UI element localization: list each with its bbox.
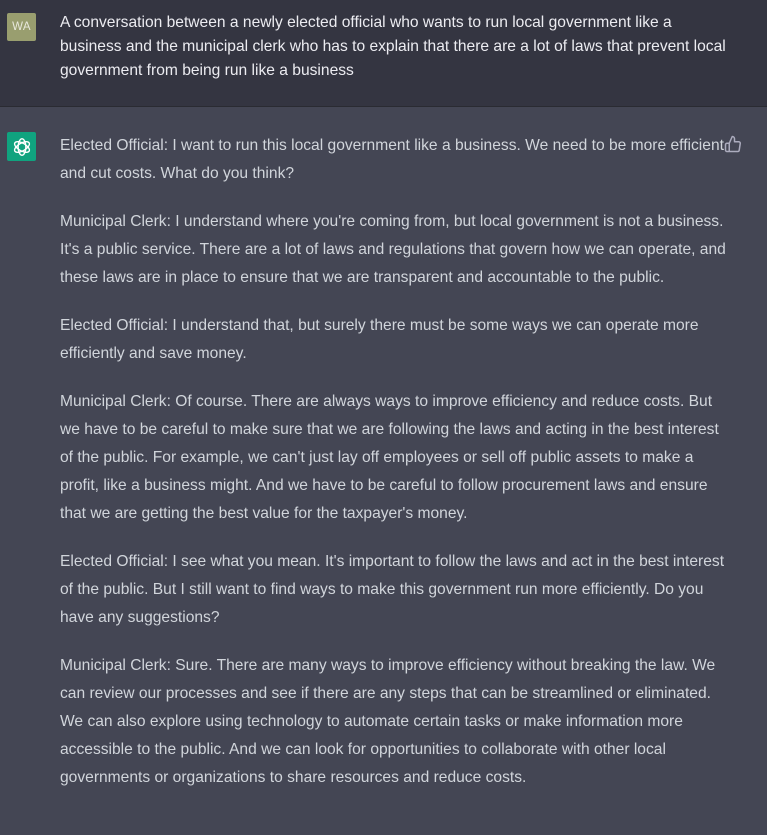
openai-logo-icon	[13, 137, 30, 156]
user-avatar: WA	[7, 13, 36, 41]
thumbs-up-button[interactable]	[724, 135, 742, 153]
assistant-message-row: Elected Official: I want to run this loc…	[0, 107, 767, 835]
assistant-avatar	[7, 132, 36, 161]
reply-paragraph: Elected Official: I see what you mean. I…	[60, 553, 725, 626]
thumbs-up-icon	[724, 135, 741, 153]
user-prompt-text: A conversation between a newly elected o…	[60, 14, 726, 79]
reply-paragraph: Elected Official: I understand that, but…	[60, 317, 699, 362]
reply-paragraph: Municipal Clerk: Sure. There are many wa…	[60, 657, 716, 786]
assistant-reply: Elected Official: I want to run this loc…	[60, 132, 732, 812]
reply-paragraph: Municipal Clerk: Of course. There are al…	[60, 393, 719, 522]
user-message-row: WA A conversation between a newly electe…	[0, 0, 767, 107]
reply-paragraph: Elected Official: I want to run this loc…	[60, 137, 724, 182]
reply-paragraph: Municipal Clerk: I understand where you'…	[60, 213, 726, 286]
